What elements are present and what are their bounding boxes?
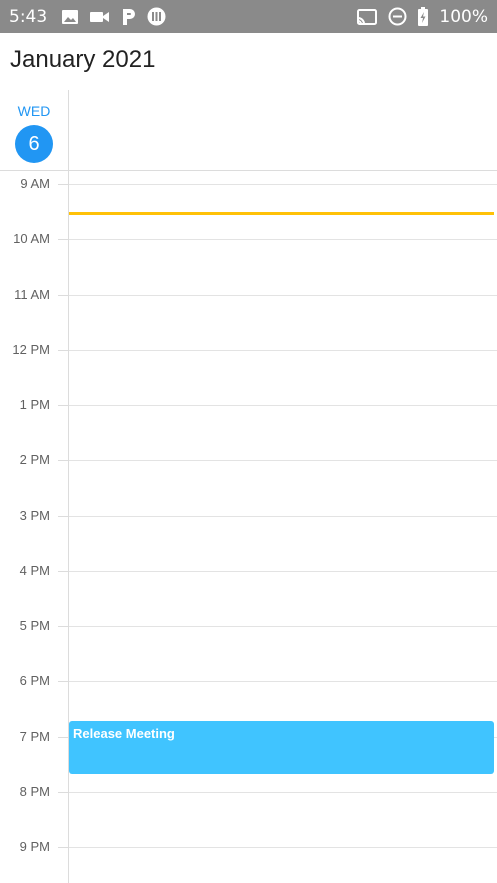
hour-tick [58,736,68,738]
hour-label: 6 PM [19,673,50,689]
event-release-meeting[interactable]: Release Meeting [69,721,494,774]
hour-tick [58,515,68,517]
hour-row[interactable]: 5 PM [0,618,497,633]
hour-label: 9 PM [19,839,50,854]
hour-tick [58,681,68,683]
hour-label: 5 PM [19,618,50,633]
hour-gridline [69,791,497,793]
hour-tick [58,349,68,351]
hour-gridline [69,460,497,462]
hour-label: 2 PM [19,452,50,468]
hour-label: 4 PM [19,562,50,578]
hour-tick [58,626,68,627]
event-title: Release Meeting [73,726,175,741]
hour-row[interactable]: 10 AM [0,231,497,246]
hour-label: 1 PM [19,397,50,412]
hour-label: 3 PM [19,507,50,523]
current-time-indicator [69,211,494,215]
hour-label: 7 PM [19,728,50,744]
hour-tick [58,847,68,848]
hour-gridline [69,184,497,185]
hour-label: 8 PM [19,783,50,799]
hour-row[interactable]: 12 PM [0,342,497,357]
hour-gridline [69,239,497,241]
hour-label: 10 AM [13,231,50,247]
hour-label: 11 AM [14,286,50,302]
hour-gridline [69,847,497,848]
hour-row[interactable]: 6 PM [0,673,497,688]
hour-row[interactable]: 9 AM [0,176,497,191]
hour-tick [58,791,68,793]
hour-tick [58,405,68,406]
hour-tick [58,239,68,241]
hour-row[interactable]: 3 PM [0,508,497,523]
hour-label: 9 AM [20,176,50,191]
hour-gridline [69,515,497,517]
hour-label: 12 PM [12,341,50,357]
hour-row[interactable]: 2 PM [0,452,497,467]
hour-gridline [69,405,497,406]
hour-gridline [69,626,497,627]
hour-row[interactable]: 4 PM [0,563,497,578]
hour-tick [58,570,68,572]
hour-gridline [69,681,497,683]
hour-gridline [69,349,497,351]
hour-gridline [69,570,497,572]
hour-gridline [69,294,497,296]
hour-tick [58,294,68,296]
hour-tick [58,184,68,185]
hour-row[interactable]: 8 PM [0,784,497,799]
hour-row[interactable]: 1 PM [0,397,497,412]
hour-tick [58,460,68,462]
hour-row[interactable]: 9 PM [0,839,497,854]
hour-row[interactable]: 11 AM [0,287,497,302]
